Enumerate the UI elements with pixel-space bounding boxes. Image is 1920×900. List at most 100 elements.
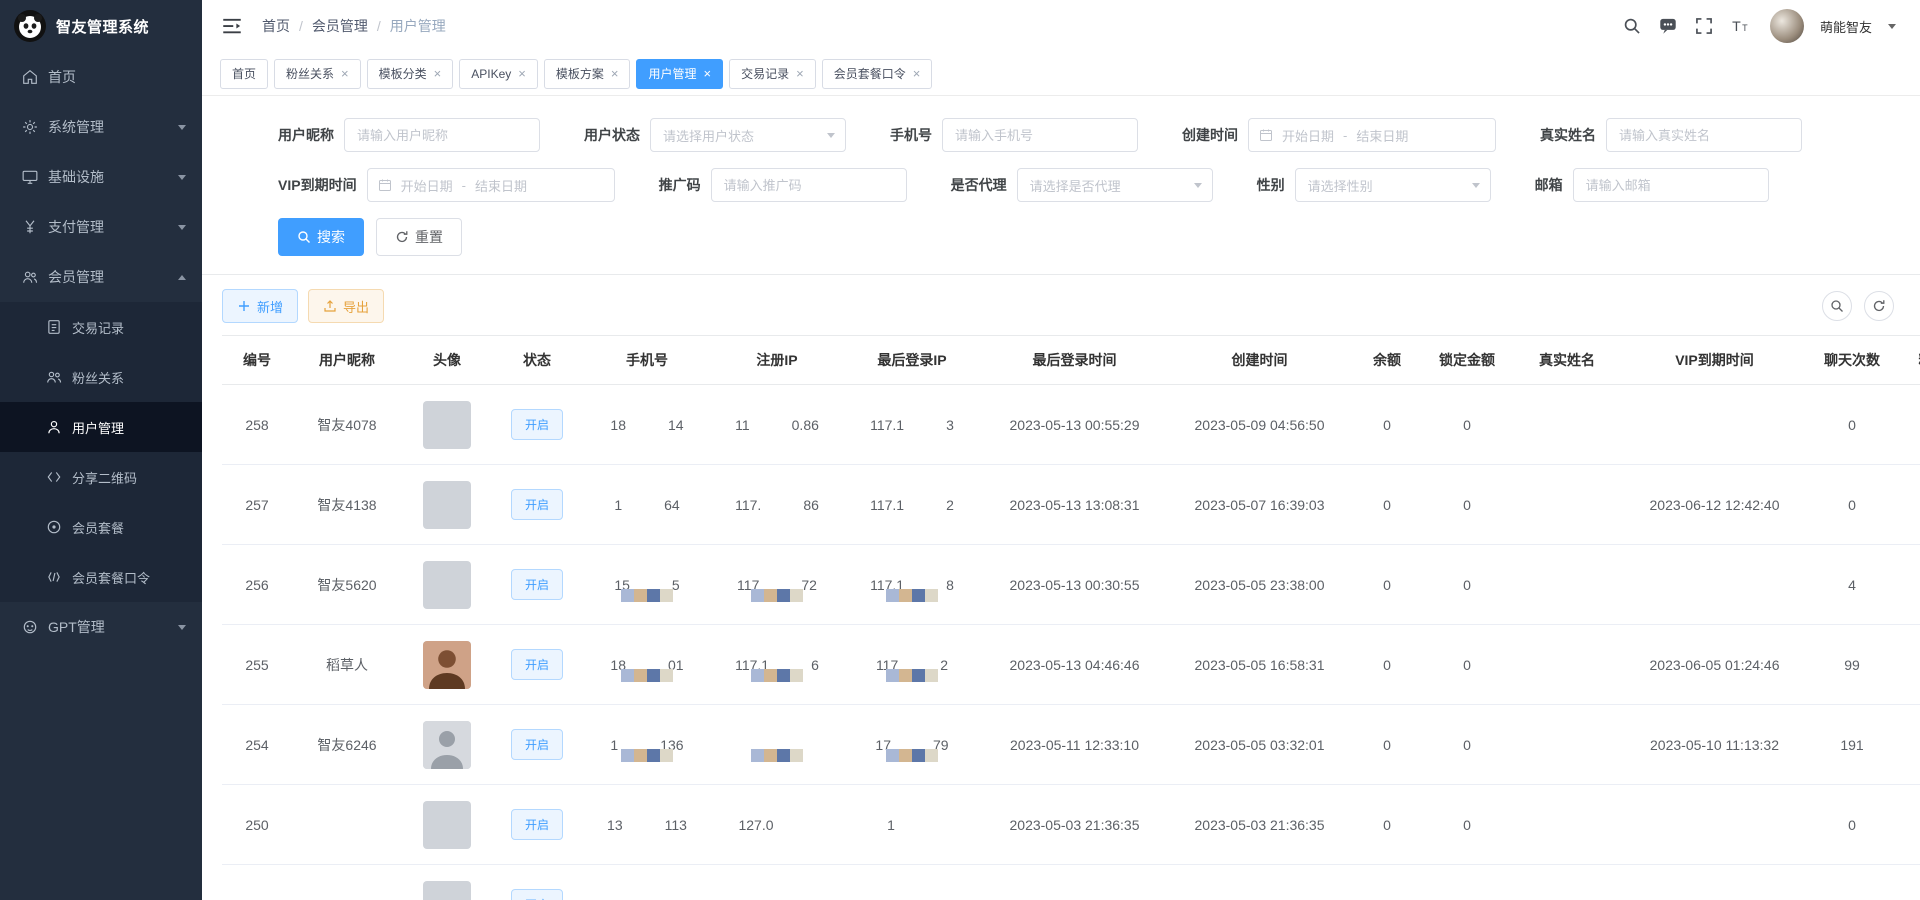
cell-last-login-time: 2023-05-13 04:46:46 [982, 657, 1167, 673]
mosaic-square [790, 669, 803, 682]
sidebar-item-passcode[interactable]: 会员套餐口令 [0, 552, 202, 602]
masked-text: 117.1 [870, 497, 904, 513]
font-size-icon[interactable]: TT [1730, 16, 1750, 36]
redaction-block [626, 420, 668, 430]
message-icon[interactable] [1658, 16, 1678, 36]
close-icon[interactable]: × [611, 67, 619, 80]
mosaic-redaction [621, 749, 673, 762]
masked-text: 15 [610, 897, 626, 900]
mosaic-square [912, 669, 925, 682]
column-header: 创建时间 [1167, 350, 1352, 370]
tab-apikey[interactable]: APIKey× [459, 59, 538, 89]
reset-button-label: 重置 [415, 227, 443, 247]
mosaic-square [647, 669, 660, 682]
tab-template-category[interactable]: 模板分类 × [367, 59, 454, 89]
filter-nickname-input[interactable] [344, 118, 540, 152]
filter-vip-expire-daterange[interactable]: 开始日期-结束日期 [367, 168, 615, 202]
tab-users[interactable]: 用户管理× [636, 59, 723, 89]
close-icon[interactable]: × [518, 67, 526, 80]
masked-text: 5 [672, 577, 680, 593]
filter-is-agent-select[interactable]: 请选择是否代理 [1017, 168, 1213, 202]
cell-created-time: 2023-05-05 16:58:31 [1167, 657, 1352, 673]
table-refresh-icon[interactable] [1864, 291, 1894, 321]
cell-register-ip: 110.86 [712, 417, 842, 433]
close-icon[interactable]: × [796, 67, 804, 80]
tab-label: 模板分类 [379, 65, 427, 82]
sidebar-collapse-icon[interactable] [222, 17, 242, 35]
sidebar-item-infrastructure[interactable]: 基础设施 [0, 152, 202, 202]
redaction-block [623, 820, 665, 830]
sidebar-item-label: 会员管理 [48, 267, 104, 287]
search-button[interactable]: 搜索 [278, 218, 364, 256]
sidebar-item-fans[interactable]: 粉丝关系 [0, 352, 202, 402]
cell-id: 257 [222, 497, 292, 513]
table-search-icon[interactable] [1822, 291, 1852, 321]
date-separator: - [1343, 128, 1347, 143]
mosaic-redaction [621, 589, 673, 602]
sidebar-item-trade-record[interactable]: 交易记录 [0, 302, 202, 352]
divider [202, 274, 1920, 275]
filter-real-name: 真实姓名 [1540, 118, 1802, 152]
sidebar-item-gpt[interactable]: GPT管理 [0, 602, 202, 652]
masked-text: 3 [946, 417, 954, 433]
user-avatar[interactable] [1770, 9, 1804, 43]
add-button[interactable]: 新增 [222, 289, 298, 323]
gpt-icon [22, 619, 38, 635]
avatar [423, 721, 471, 769]
sidebar-item-system[interactable]: 系统管理 [0, 102, 202, 152]
breadcrumb-separator: / [377, 18, 381, 34]
filter-phone-input[interactable] [942, 118, 1138, 152]
cell-nickname: 智友4138 [292, 495, 402, 515]
cell-avatar [402, 881, 492, 900]
cell-id: 254 [222, 737, 292, 753]
filter-real-name-input[interactable] [1606, 118, 1802, 152]
cell-locked-amount: 0 [1422, 897, 1512, 900]
filter-created-daterange[interactable]: 开始日期-结束日期 [1248, 118, 1496, 152]
user-name[interactable]: 萌能智友 [1820, 17, 1872, 36]
cell-status: 开启 [492, 889, 582, 900]
fullscreen-icon[interactable] [1694, 16, 1714, 36]
sidebar-item-package[interactable]: 会员套餐 [0, 502, 202, 552]
app-logo: 智友管理系统 [0, 0, 202, 52]
cell-phone: 13113 [582, 817, 712, 833]
sidebar-item-home[interactable]: 首页 [0, 52, 202, 102]
close-icon[interactable]: × [913, 67, 921, 80]
breadcrumb-item[interactable]: 首页 [262, 16, 290, 36]
cell-balance: 0 [1352, 817, 1422, 833]
search-icon[interactable] [1622, 16, 1642, 36]
masked-text: 13 [607, 817, 623, 833]
filter-email-input[interactable] [1573, 168, 1769, 202]
tab-fans[interactable]: 粉丝关系× [274, 59, 361, 89]
close-icon[interactable]: × [341, 67, 349, 80]
export-button[interactable]: 导出 [308, 289, 384, 323]
sidebar-item-member[interactable]: 会员管理 [0, 252, 202, 302]
column-header: 最后登录时间 [982, 350, 1167, 370]
close-icon[interactable]: × [434, 67, 442, 80]
mosaic-square [886, 589, 899, 602]
cell-register-ip [712, 737, 842, 753]
masked-text: 127 [879, 897, 902, 900]
user-table: 编号用户昵称头像状态手机号注册IP最后登录IP最后登录时间创建时间余额锁定金额真… [222, 335, 1920, 900]
table-tools [1822, 291, 1900, 321]
tab-package-code[interactable]: 会员套餐口令× [822, 59, 933, 89]
reset-button[interactable]: 重置 [376, 218, 462, 256]
cell-vip-expire-time: 2023-06-12 12:42:40 [1622, 497, 1807, 513]
tab-template-plan[interactable]: 模板方案× [544, 59, 631, 89]
sidebar-item-user[interactable]: 用户管理 [0, 402, 202, 452]
sidebar-item-payment[interactable]: 支付管理 [0, 202, 202, 252]
tab-home[interactable]: 首页 [220, 59, 268, 89]
mosaic-square [660, 589, 673, 602]
cell-chat-count: 4 [1807, 577, 1897, 593]
cell-status: 开启 [492, 569, 582, 600]
filter-promo-code-input[interactable] [711, 168, 907, 202]
main-area: 首页/会员管理/用户管理 TT 萌能智友 首页粉丝关系×模板分类×AP [202, 0, 1920, 900]
breadcrumb-item[interactable]: 会员管理 [312, 16, 368, 36]
close-icon[interactable]: × [703, 67, 711, 80]
filter-status-select[interactable]: 请选择用户状态 [650, 118, 846, 152]
cell-id: 250 [222, 817, 292, 833]
sidebar-item-share-qrcode[interactable]: 分享二维码 [0, 452, 202, 502]
topbar-actions: TT 萌能智友 [1622, 9, 1896, 43]
tab-trades[interactable]: 交易记录× [729, 59, 816, 89]
column-header: 粉丝数 [1897, 350, 1920, 370]
filter-gender-select[interactable]: 请选择性别 [1295, 168, 1491, 202]
